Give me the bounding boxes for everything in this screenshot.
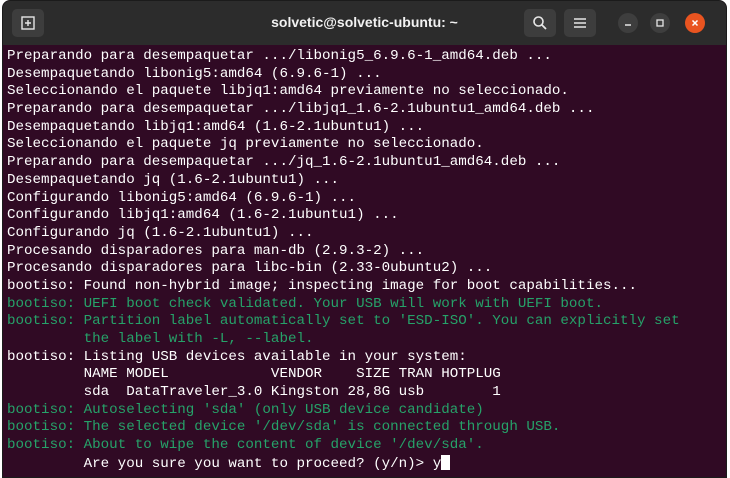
terminal-line: bootiso: Listing USB devices available i… [7,348,467,365]
terminal-line-green: bootiso: The selected device '/dev/sda' … [7,419,561,436]
terminal-line: Preparando para desempaquetar .../jq_1.6… [7,154,561,171]
prompt-line[interactable]: Are you sure you want to proceed? (y/n)>… [7,454,680,473]
terminal-line: Configurando libonig5:amd64 (6.9.6-1) ..… [7,189,357,206]
maximize-icon [656,19,664,27]
terminal-line-green: bootiso: Autoselecting 'sda' (only USB d… [7,401,484,418]
close-icon [691,19,699,27]
terminal-line-green: bootiso: About to wipe the content of de… [7,437,484,454]
terminal-window: solvetic@solvetic-ubuntu: ~ Preparando p… [2,0,727,478]
usb-table-row: sda DataTraveler_3.0 Kingston 28,8G usb … [7,384,501,401]
title-bar: solvetic@solvetic-ubuntu: ~ [3,1,726,45]
terminal-line: Preparando para desempaquetar .../liboni… [7,48,552,64]
terminal-line-green: bootiso: Partition label automatically s… [7,313,680,330]
terminal-line: Procesando disparadores para libc-bin (2… [7,260,493,277]
terminal-line: bootiso: Found non-hybrid image; inspect… [7,277,638,294]
terminal-line-green: the label with -L, --label. [7,331,314,347]
menu-button[interactable] [564,9,596,37]
terminal-line-green: bootiso: UEFI boot check validated. Your… [7,295,603,312]
search-icon [533,16,547,30]
usb-table-header: NAME MODEL VENDOR SIZE TRAN HOTPLUG [7,366,501,383]
terminal-line: Procesando disparadores para man-db (2.9… [7,242,425,259]
prompt-text: Are you sure you want to proceed? (y/n)>… [7,455,442,472]
hamburger-menu-icon [574,18,586,28]
maximize-button[interactable] [650,13,670,33]
terminal-line: Desempaquetando jq (1.6-2.1ubuntu1) ... [7,171,340,188]
terminal-line: Preparando para desempaquetar .../libjq1… [7,101,595,118]
minimize-button[interactable] [618,13,638,33]
search-button[interactable] [524,9,556,37]
terminal-line: Configurando jq (1.6-2.1ubuntu1) ... [7,224,314,241]
terminal-line: Seleccionando el paquete libjq1:amd64 pr… [7,83,569,100]
terminal-line: Desempaquetando libonig5:amd64 (6.9.6-1)… [7,65,382,82]
terminal-line: Desempaquetando libjq1:amd64 (1.6-2.1ubu… [7,118,425,135]
terminal-output[interactable]: Preparando para desempaquetar .../liboni… [7,48,680,473]
close-button[interactable] [685,13,705,33]
terminal-line: Seleccionando el paquete jq previamente … [7,136,484,153]
terminal-line: Configurando libjq1:amd64 (1.6-2.1ubuntu… [7,207,399,224]
minimize-icon [625,24,631,26]
text-cursor [441,454,451,470]
